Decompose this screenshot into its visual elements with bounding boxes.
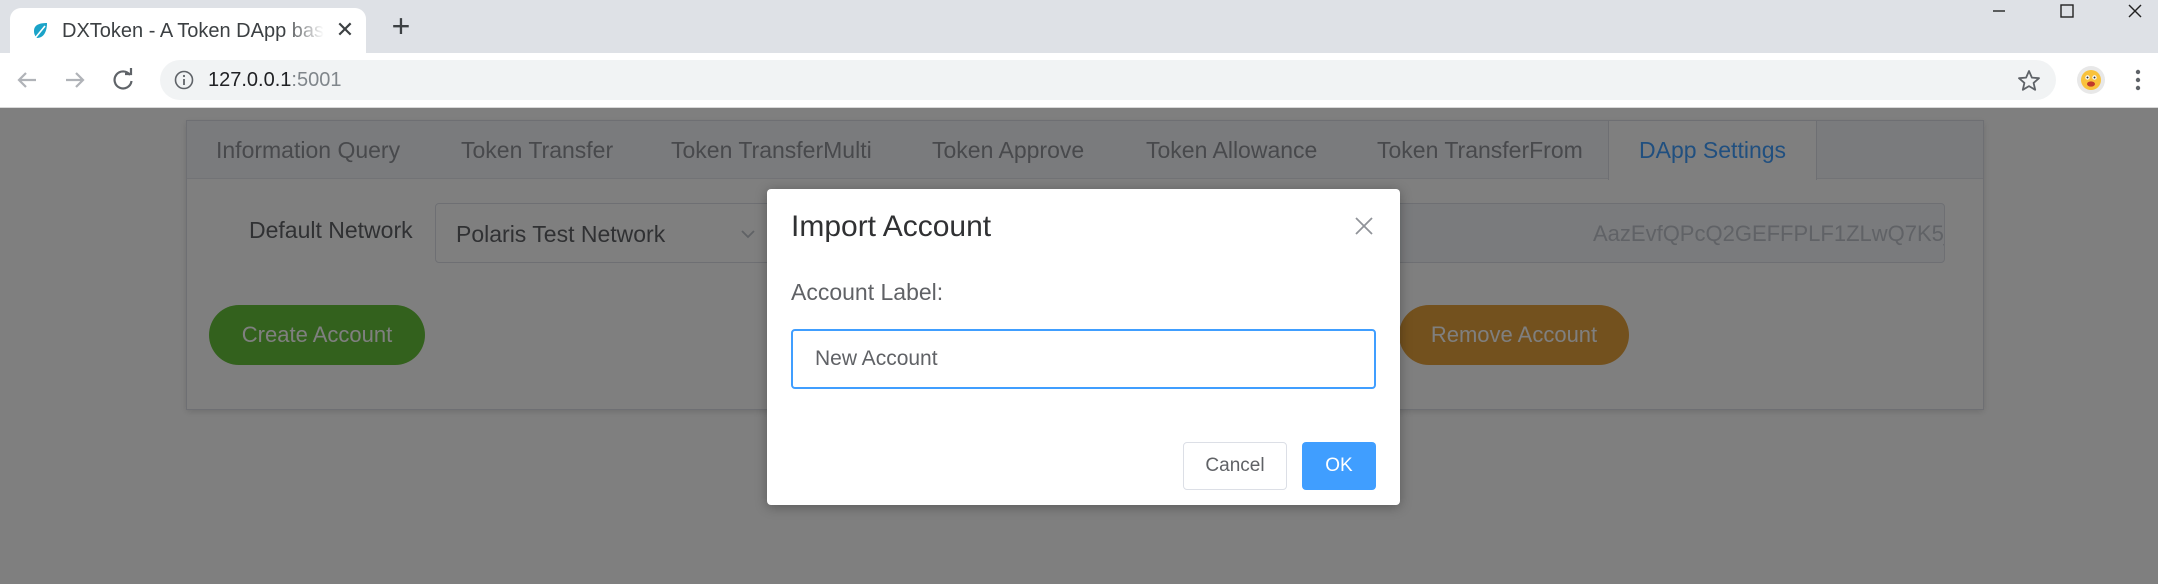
browser-toolbar: 127.0.0.1:5001 [0,53,2158,108]
account-label-input[interactable] [791,329,1376,389]
dialog-title: Import Account [791,210,992,243]
import-account-dialog: Import Account Account Label: Cancel OK [767,189,1400,505]
back-arrow-icon[interactable] [12,65,42,95]
new-tab-icon[interactable]: + [386,10,416,42]
cancel-button[interactable]: Cancel [1183,442,1287,490]
url-text: 127.0.0.1:5001 [208,69,341,91]
window-minimize-icon[interactable] [1974,0,2024,26]
close-icon[interactable] [1353,215,1375,237]
dxtoken-favicon-icon [34,23,47,38]
browser-tab-strip: DXToken - A Token DApp based on Polaris … [0,0,2158,53]
account-label-text: Account Label: [791,279,944,305]
url-host: 127.0.0.1 [208,69,292,91]
url-port: :5001 [291,69,342,91]
reload-icon[interactable] [108,65,138,95]
address-bar[interactable]: 127.0.0.1:5001 [160,60,2056,100]
profile-avatar-icon[interactable] [2076,65,2106,95]
forward-arrow-icon[interactable] [60,65,90,95]
site-info-icon[interactable] [174,70,194,90]
window-close-icon[interactable] [2110,0,2158,26]
browser-tab-title: DXToken - A Token DApp based on Polaris [62,20,324,42]
tab-close-icon[interactable]: ✕ [332,17,358,43]
browser-tab[interactable]: DXToken - A Token DApp based on Polaris … [10,8,366,53]
browser-menu-icon[interactable] [2126,65,2150,95]
ok-button[interactable]: OK [1302,442,1376,490]
bookmark-star-icon[interactable] [2016,68,2042,94]
window-maximize-icon[interactable] [2042,0,2092,26]
